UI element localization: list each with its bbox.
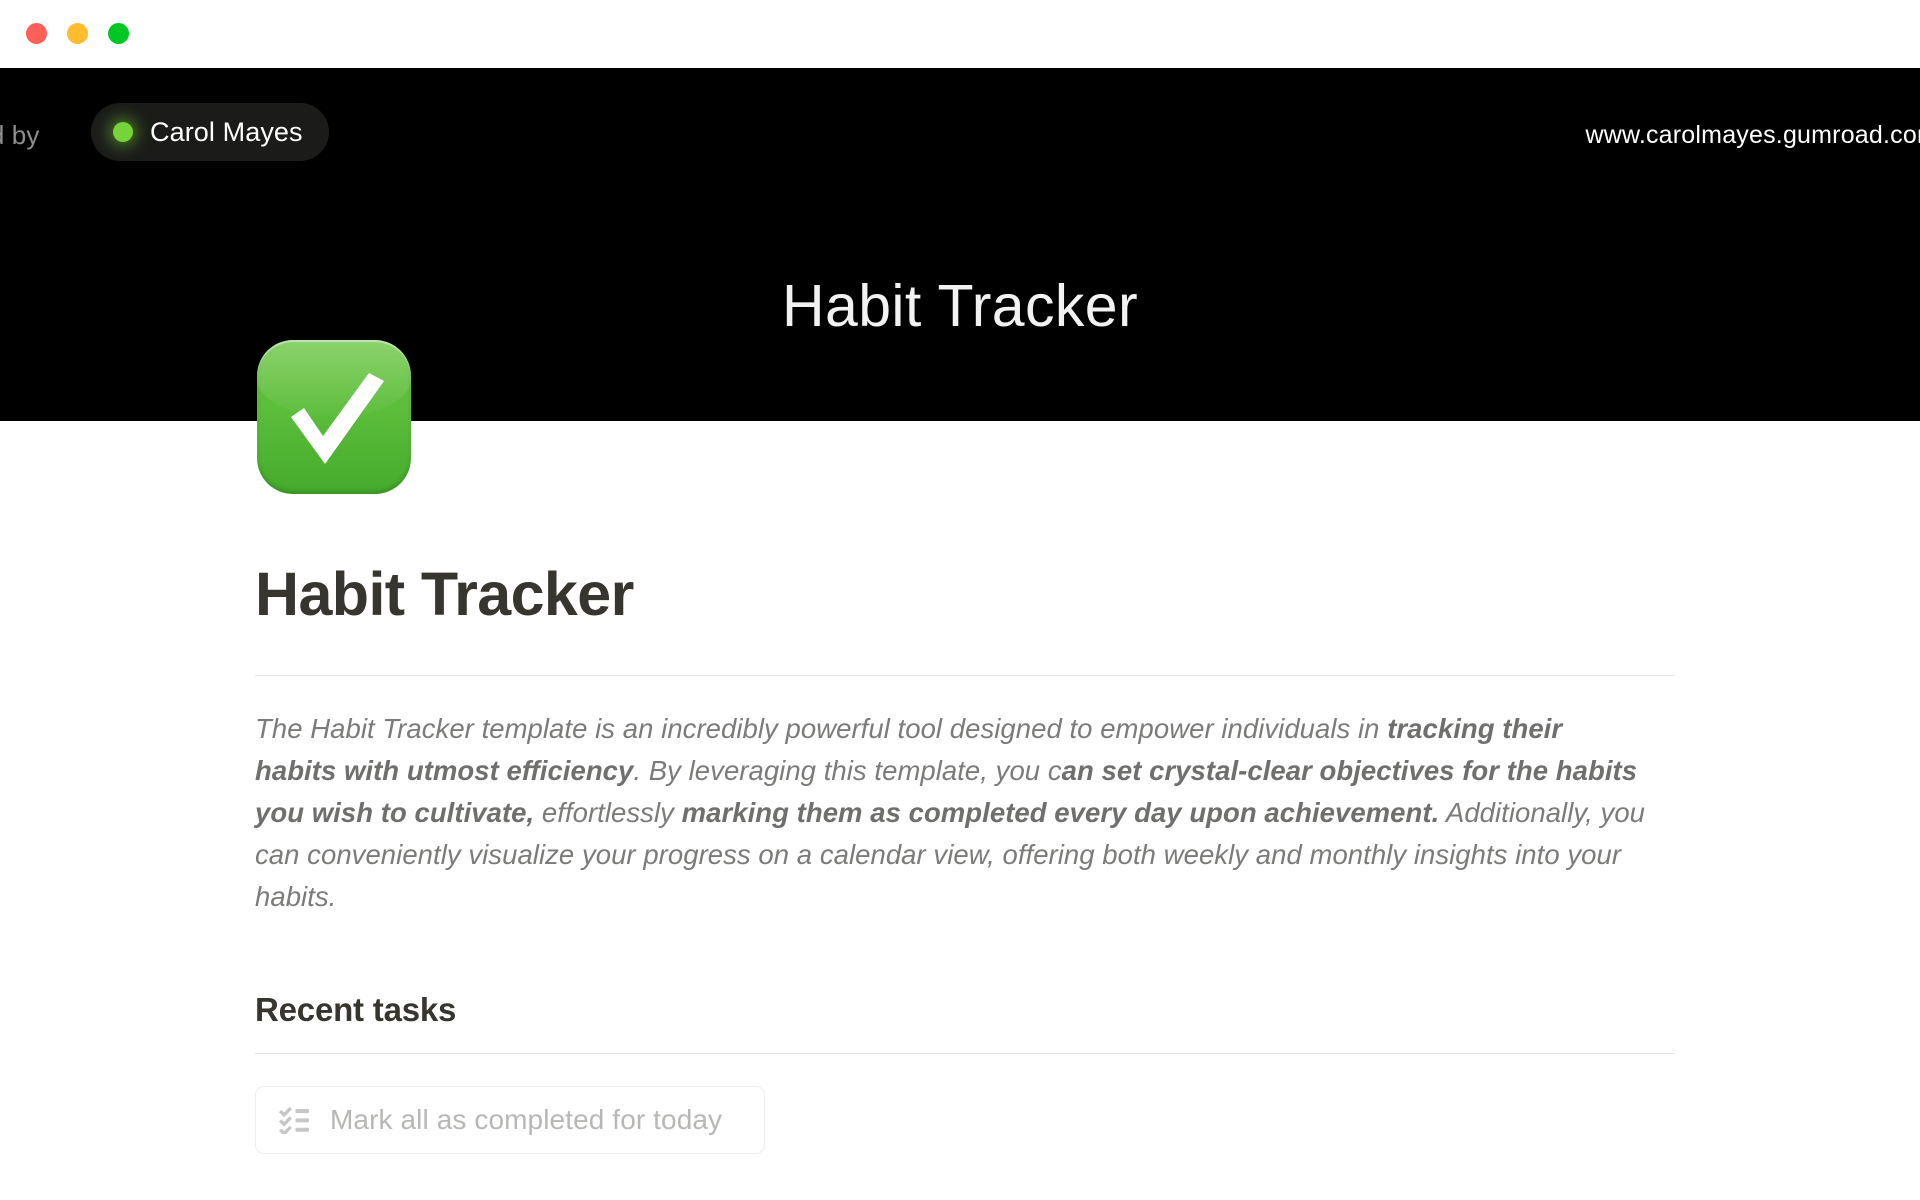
page-description: The Habit Tracker template is an incredi… <box>255 708 1645 918</box>
close-window-button[interactable] <box>26 23 47 44</box>
checklist-icon <box>279 1106 309 1134</box>
title-divider <box>255 674 1675 676</box>
window-title-bar <box>0 0 1920 68</box>
site-url-label[interactable]: www.carolmayes.gumroad.com <box>1585 121 1920 150</box>
paragraph-run: effortlessly <box>534 796 682 828</box>
maximize-window-button[interactable] <box>108 23 129 44</box>
green-check-mark-icon[interactable] <box>257 340 411 494</box>
page-title: Habit Tracker <box>255 560 634 628</box>
mark-all-completed-button[interactable]: Mark all as completed for today <box>255 1085 765 1154</box>
traffic-light-buttons <box>26 23 129 44</box>
paragraph-run: . By leveraging this template, you c <box>633 754 1062 786</box>
author-badge[interactable]: Carol Mayes <box>91 103 329 161</box>
cover-top-bar: ted by Carol Mayes www.carolmayes.gumroa… <box>0 102 1920 166</box>
created-by-label: ted by <box>0 120 40 150</box>
author-name-label: Carol Mayes <box>150 116 303 147</box>
paragraph-run: The Habit Tracker template is an incredi… <box>255 712 1388 744</box>
mark-all-completed-label: Mark all as completed for today <box>330 1103 723 1135</box>
app-root: ted by Carol Mayes www.carolmayes.gumroa… <box>0 0 1920 1200</box>
paragraph-run-bold: marking them as completed every day upon… <box>681 796 1440 828</box>
minimize-window-button[interactable] <box>67 23 88 44</box>
recent-tasks-divider <box>255 1052 1675 1054</box>
cover-title: Habit Tracker <box>781 273 1139 339</box>
document-body: Habit Tracker The Habit Tracker template… <box>255 560 1675 1154</box>
recent-tasks-heading: Recent tasks <box>255 990 457 1028</box>
online-status-dot <box>113 122 133 142</box>
